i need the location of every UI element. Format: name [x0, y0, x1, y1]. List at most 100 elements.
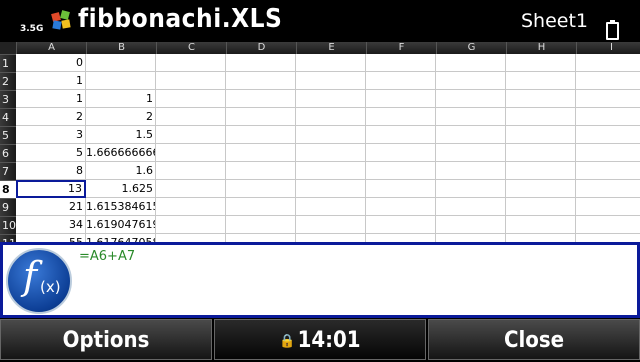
cell-f3[interactable]	[366, 90, 436, 108]
cell-i4[interactable]	[576, 108, 640, 126]
row-header[interactable]: 11	[0, 234, 16, 242]
cell-g4[interactable]	[436, 108, 506, 126]
cell-b2[interactable]	[86, 72, 156, 90]
cell-e2[interactable]	[296, 72, 366, 90]
cell-d1[interactable]	[226, 54, 296, 72]
cell-g7[interactable]	[436, 162, 506, 180]
cell-a2[interactable]: 1	[16, 72, 86, 90]
column-header-i[interactable]: I	[576, 42, 640, 54]
cell-i1[interactable]	[576, 54, 640, 72]
column-header-h[interactable]: H	[506, 42, 576, 54]
cell-h9[interactable]	[506, 198, 576, 216]
spreadsheet-grid[interactable]: ABCDEFGHI 1 0 2 1 3 1 1 4 2 2 5 3 1.5 6 5 1.666666666 7 8…	[0, 42, 640, 242]
row-header[interactable]: 7	[0, 162, 16, 180]
grid-corner[interactable]	[0, 42, 16, 54]
cell-f6[interactable]	[366, 144, 436, 162]
row-header[interactable]: 3	[0, 90, 16, 108]
cell-a10[interactable]: 34	[16, 216, 86, 234]
cell-g5[interactable]	[436, 126, 506, 144]
cell-b9[interactable]: 1.615384615	[86, 198, 156, 216]
cell-f4[interactable]	[366, 108, 436, 126]
cell-c4[interactable]	[156, 108, 226, 126]
column-header-c[interactable]: C	[156, 42, 226, 54]
cell-h7[interactable]	[506, 162, 576, 180]
cell-d9[interactable]	[226, 198, 296, 216]
cell-c9[interactable]	[156, 198, 226, 216]
column-header-a[interactable]: A	[16, 42, 86, 54]
cell-g6[interactable]	[436, 144, 506, 162]
cell-a8[interactable]: 13	[16, 180, 86, 198]
formula-bar[interactable]: f (x) =A6+A7	[0, 242, 640, 318]
cell-f11[interactable]	[366, 234, 436, 242]
cell-d10[interactable]	[226, 216, 296, 234]
cell-c10[interactable]	[156, 216, 226, 234]
cell-e1[interactable]	[296, 54, 366, 72]
cell-c3[interactable]	[156, 90, 226, 108]
cell-c7[interactable]	[156, 162, 226, 180]
cell-c8[interactable]	[156, 180, 226, 198]
cell-c5[interactable]	[156, 126, 226, 144]
cell-d6[interactable]	[226, 144, 296, 162]
cell-b6[interactable]: 1.666666666	[86, 144, 156, 162]
column-header-e[interactable]: E	[296, 42, 366, 54]
cell-a5[interactable]: 3	[16, 126, 86, 144]
cell-e11[interactable]	[296, 234, 366, 242]
cell-d7[interactable]	[226, 162, 296, 180]
cell-a7[interactable]: 8	[16, 162, 86, 180]
row-header[interactable]: 1	[0, 54, 16, 72]
cell-d8[interactable]	[226, 180, 296, 198]
cell-e8[interactable]	[296, 180, 366, 198]
cell-e7[interactable]	[296, 162, 366, 180]
close-softkey[interactable]: Close	[428, 319, 640, 360]
cell-b1[interactable]	[86, 54, 156, 72]
cell-h2[interactable]	[506, 72, 576, 90]
cell-h5[interactable]	[506, 126, 576, 144]
cell-b7[interactable]: 1.6	[86, 162, 156, 180]
cell-i7[interactable]	[576, 162, 640, 180]
cell-a3[interactable]: 1	[16, 90, 86, 108]
cell-i8[interactable]	[576, 180, 640, 198]
cell-a1[interactable]: 0	[16, 54, 86, 72]
cell-d4[interactable]	[226, 108, 296, 126]
row-header[interactable]: 5	[0, 126, 16, 144]
cell-i6[interactable]	[576, 144, 640, 162]
sheet-name[interactable]: Sheet1	[521, 10, 588, 32]
cell-g11[interactable]	[436, 234, 506, 242]
cell-i3[interactable]	[576, 90, 640, 108]
cell-a6[interactable]: 5	[16, 144, 86, 162]
cell-e10[interactable]	[296, 216, 366, 234]
cell-g1[interactable]	[436, 54, 506, 72]
row-header[interactable]: 6	[0, 144, 16, 162]
cell-e9[interactable]	[296, 198, 366, 216]
cell-h6[interactable]	[506, 144, 576, 162]
cell-d2[interactable]	[226, 72, 296, 90]
cell-a9[interactable]: 21	[16, 198, 86, 216]
cell-b10[interactable]: 1.619047619	[86, 216, 156, 234]
cell-b5[interactable]: 1.5	[86, 126, 156, 144]
cell-b3[interactable]: 1	[86, 90, 156, 108]
options-softkey[interactable]: Options	[0, 319, 212, 360]
cell-g9[interactable]	[436, 198, 506, 216]
cell-h3[interactable]	[506, 90, 576, 108]
cell-e6[interactable]	[296, 144, 366, 162]
row-header[interactable]: 8	[0, 180, 16, 198]
cell-e5[interactable]	[296, 126, 366, 144]
cell-i9[interactable]	[576, 198, 640, 216]
cell-h10[interactable]	[506, 216, 576, 234]
cell-c6[interactable]	[156, 144, 226, 162]
cell-g3[interactable]	[436, 90, 506, 108]
row-header[interactable]: 9	[0, 198, 16, 216]
cell-g8[interactable]	[436, 180, 506, 198]
cell-h11[interactable]	[506, 234, 576, 242]
cell-f9[interactable]	[366, 198, 436, 216]
column-header-b[interactable]: B	[86, 42, 156, 54]
function-fx-icon[interactable]: f (x)	[6, 248, 72, 314]
cell-f7[interactable]	[366, 162, 436, 180]
cell-a4[interactable]: 2	[16, 108, 86, 126]
cell-f1[interactable]	[366, 54, 436, 72]
column-header-g[interactable]: G	[436, 42, 506, 54]
cell-e3[interactable]	[296, 90, 366, 108]
cell-g2[interactable]	[436, 72, 506, 90]
cell-f8[interactable]	[366, 180, 436, 198]
cell-f10[interactable]	[366, 216, 436, 234]
